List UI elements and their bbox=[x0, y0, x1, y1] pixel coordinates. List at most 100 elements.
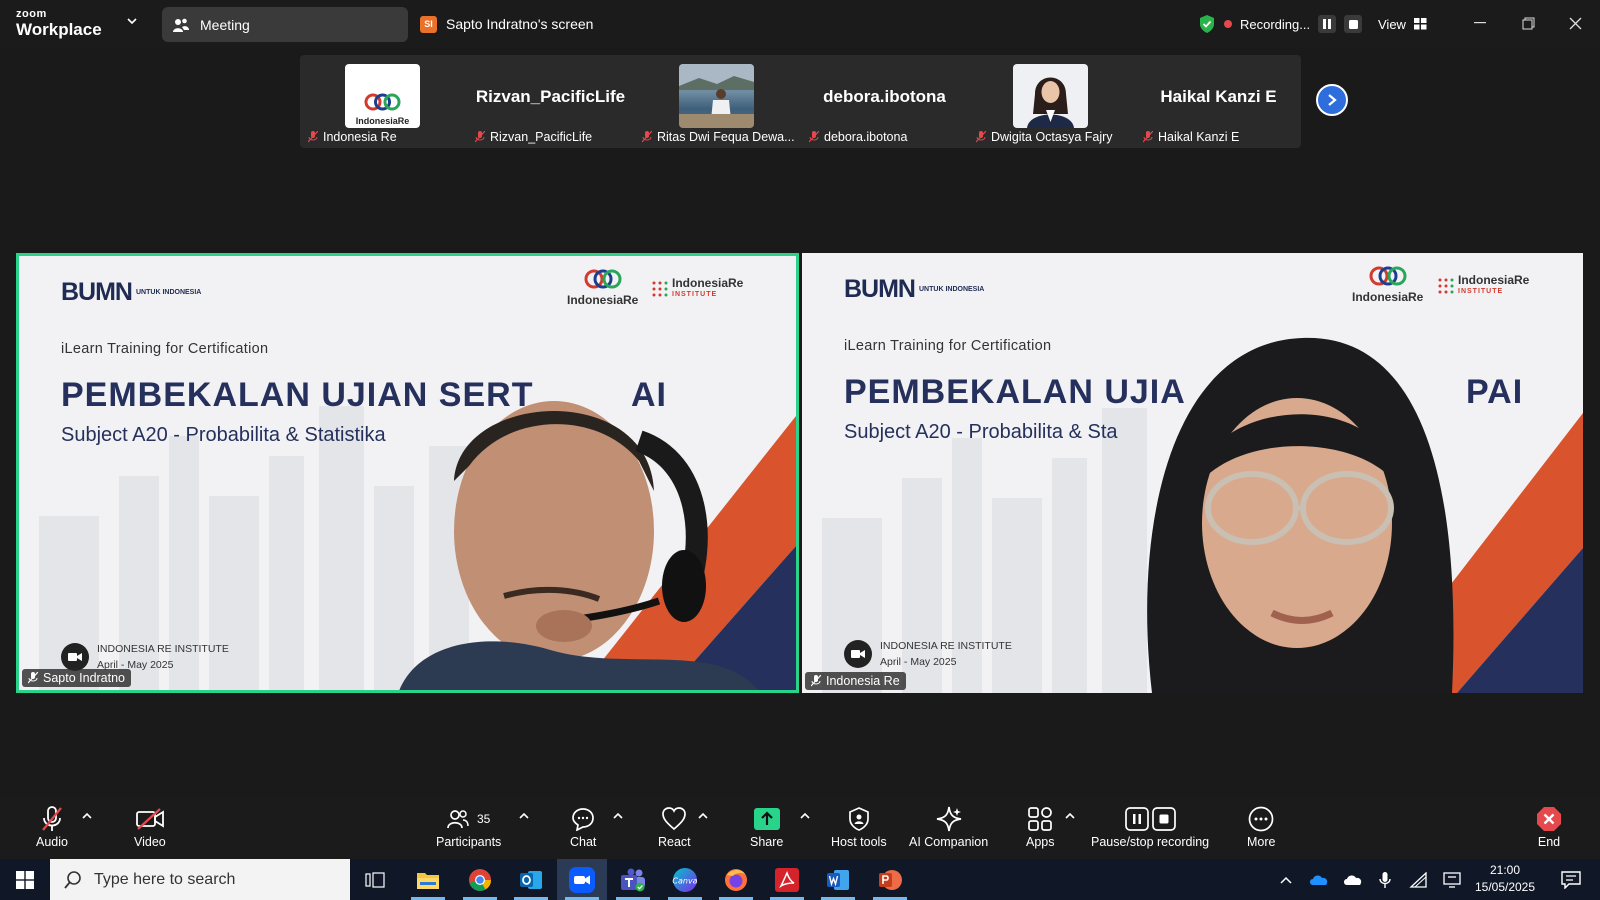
institute-logo-sub: INSTITUTE bbox=[1458, 288, 1504, 295]
mic-muted-icon bbox=[28, 672, 38, 684]
taskbar-word[interactable] bbox=[813, 859, 863, 900]
indonesia-re-logo-text: IndonesiaRe bbox=[1352, 290, 1424, 304]
shield-icon bbox=[848, 807, 869, 831]
tab-shared-screen-label: Sapto Indratno's screen bbox=[446, 16, 594, 32]
svg-text:Canva: Canva bbox=[672, 876, 697, 885]
institute-logo-text: IndonesiaRe bbox=[672, 276, 744, 290]
encryption-shield-icon[interactable] bbox=[1198, 14, 1216, 34]
participant-tile[interactable]: IndonesiaRe Indonesia Re bbox=[300, 55, 467, 148]
taskbar-canva[interactable]: Canva bbox=[660, 859, 710, 900]
taskbar-firefox[interactable] bbox=[711, 859, 761, 900]
clock-time: 21:00 bbox=[1489, 863, 1521, 877]
participant-tile[interactable]: Ritas Dwi Fequa Dewa... bbox=[634, 55, 801, 148]
institute-logo-text: IndonesiaRe bbox=[1458, 273, 1530, 287]
video-label: Video bbox=[134, 835, 166, 849]
start-button[interactable] bbox=[0, 859, 50, 900]
share-button[interactable]: Share bbox=[750, 805, 783, 849]
onedrive-blue-tray-icon[interactable] bbox=[1306, 859, 1332, 900]
share-options-caret-icon[interactable] bbox=[799, 811, 811, 821]
mic-muted-icon bbox=[42, 806, 62, 831]
participants-label: Participants bbox=[436, 835, 502, 849]
mic-muted-icon bbox=[811, 675, 821, 687]
stop-recording-button[interactable] bbox=[1344, 15, 1363, 33]
taskbar-zoom[interactable] bbox=[557, 859, 607, 900]
microphone-tray-icon[interactable] bbox=[1374, 859, 1396, 900]
indonesia-re-rings-icon bbox=[584, 269, 622, 289]
more-button[interactable]: More bbox=[1247, 805, 1275, 849]
taskbar-teams[interactable] bbox=[608, 859, 658, 900]
video-tile-speaker[interactable]: BUMN UNTUK INDONESIA IndonesiaRe Indonesi… bbox=[16, 253, 799, 693]
apps-options-caret-icon[interactable] bbox=[1064, 811, 1076, 821]
end-meeting-button[interactable]: End bbox=[1536, 805, 1562, 849]
video-tile-participant[interactable]: BUMN UNTUK INDONESIA IndonesiaRe Indonesi… bbox=[802, 253, 1583, 693]
participant-name: Dwigita Octasya Fajry bbox=[976, 128, 1136, 146]
tile-name-label: Sapto Indratno bbox=[22, 669, 132, 687]
participants-button[interactable]: 35 Participants bbox=[436, 805, 501, 849]
next-page-button[interactable] bbox=[1316, 84, 1348, 116]
display-tray-icon[interactable] bbox=[1440, 859, 1464, 900]
participant-tile[interactable]: Haikal Kanzi E Haikal Kanzi E bbox=[1135, 55, 1302, 148]
pause-recording-button[interactable] bbox=[1318, 15, 1337, 33]
chevron-down-icon[interactable] bbox=[125, 14, 139, 28]
react-options-caret-icon[interactable] bbox=[697, 811, 709, 821]
share-label: Share bbox=[750, 835, 784, 849]
ai-companion-label: AI Companion bbox=[909, 835, 989, 849]
tab-meeting[interactable]: Meeting bbox=[162, 7, 408, 42]
participant-tile[interactable]: Rizvan_PacificLife Rizvan_PacificLife bbox=[467, 55, 634, 148]
sharer-badge: SI bbox=[420, 15, 437, 33]
bumn-logo-sub: UNTUK INDONESIA bbox=[919, 286, 985, 294]
taskbar-clock[interactable]: 21:00 15/05/2025 bbox=[1468, 862, 1542, 896]
participant-name: Haikal Kanzi E bbox=[1143, 128, 1303, 146]
teams-icon bbox=[621, 868, 645, 891]
zoom-workplace-logo[interactable]: zoom Workplace bbox=[16, 9, 102, 39]
view-button[interactable]: View bbox=[1378, 12, 1427, 36]
restore-button[interactable] bbox=[1514, 10, 1542, 36]
audio-button[interactable]: Audio bbox=[36, 805, 68, 849]
dots-grid-icon bbox=[1438, 278, 1454, 294]
audio-options-caret-icon[interactable] bbox=[81, 811, 93, 821]
taskbar-powerpoint[interactable] bbox=[865, 859, 915, 900]
tab-shared-screen[interactable]: SI Sapto Indratno's screen bbox=[420, 12, 593, 36]
react-button[interactable]: React bbox=[658, 805, 691, 849]
apps-button[interactable]: Apps bbox=[1026, 805, 1055, 849]
network-tray-icon[interactable] bbox=[1406, 859, 1430, 900]
taskbar-chrome[interactable] bbox=[455, 859, 505, 900]
notification-center-button[interactable] bbox=[1556, 859, 1586, 900]
pause-stop-label: Pause/stop recording bbox=[1091, 835, 1210, 849]
close-window-button[interactable] bbox=[1561, 10, 1589, 36]
taskbar-acrobat[interactable] bbox=[762, 859, 812, 900]
person-on-boat-photo bbox=[679, 64, 754, 128]
taskbar-outlook[interactable] bbox=[506, 859, 556, 900]
participant-name: Indonesia Re bbox=[308, 128, 468, 146]
slide-footer: INDONESIA RE INSTITUTE April - May 2025 bbox=[844, 638, 1012, 670]
show-hidden-icons-button[interactable] bbox=[1274, 859, 1298, 900]
mic-muted-icon bbox=[976, 131, 986, 143]
chat-button[interactable]: Chat bbox=[570, 805, 596, 849]
taskbar-search-input[interactable]: Type here to search bbox=[50, 859, 350, 900]
taskbar-file-explorer[interactable] bbox=[403, 859, 453, 900]
pause-stop-recording-button[interactable]: Pause/stop recording bbox=[1091, 805, 1209, 849]
chat-options-caret-icon[interactable] bbox=[612, 811, 624, 821]
restore-icon bbox=[1522, 17, 1534, 29]
video-button[interactable]: Video bbox=[134, 805, 166, 849]
ai-companion-button[interactable]: AI Companion bbox=[909, 805, 988, 849]
footer-org: INDONESIA RE INSTITUTE bbox=[97, 643, 229, 655]
participant-tile[interactable]: Dwigita Octasya Fajry bbox=[968, 55, 1135, 148]
participant-tile[interactable]: debora.ibotona debora.ibotona bbox=[801, 55, 968, 148]
acrobat-icon bbox=[775, 867, 799, 892]
indonesia-re-logo-thumbnail: IndonesiaRe bbox=[345, 64, 420, 128]
participant-display-name: Haikal Kanzi E bbox=[1160, 87, 1277, 106]
participants-options-caret-icon[interactable] bbox=[518, 811, 530, 821]
word-icon bbox=[827, 869, 849, 890]
onedrive-white-tray-icon[interactable] bbox=[1340, 859, 1366, 900]
host-tools-button[interactable]: Host tools bbox=[831, 805, 887, 849]
chrome-icon bbox=[469, 868, 491, 891]
dots-grid-icon bbox=[652, 281, 668, 297]
bumn-logo: BUMN UNTUK INDONESIA bbox=[61, 278, 202, 306]
search-placeholder: Type here to search bbox=[94, 870, 236, 888]
minimize-button[interactable] bbox=[1466, 10, 1494, 36]
audio-label: Audio bbox=[36, 835, 68, 849]
end-label: End bbox=[1537, 835, 1561, 849]
canva-icon: Canva bbox=[672, 867, 698, 892]
task-view-button[interactable] bbox=[350, 859, 400, 900]
